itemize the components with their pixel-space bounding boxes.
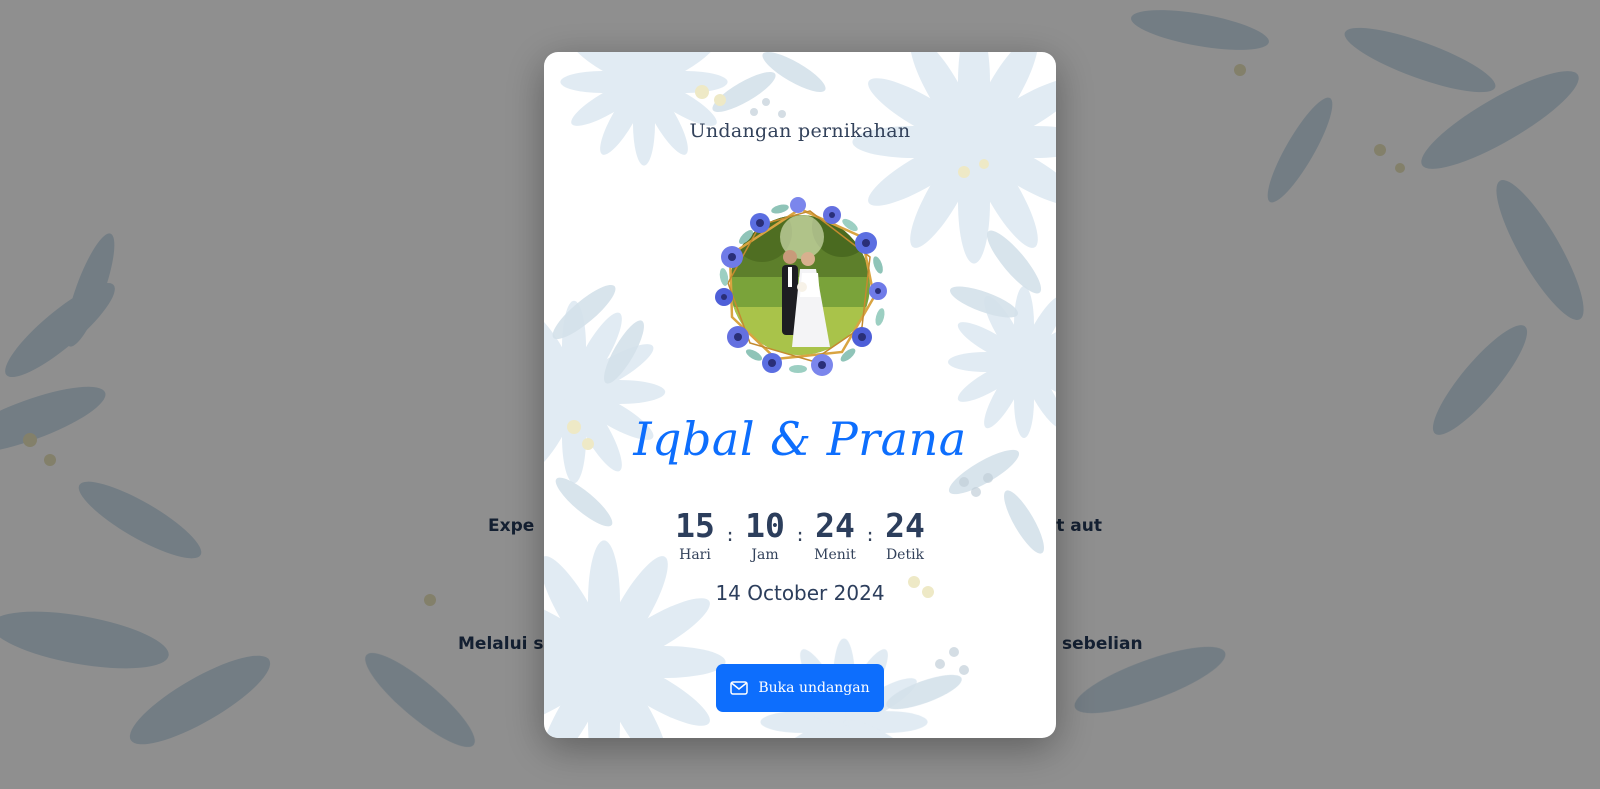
countdown-days-label: Hari [679, 547, 711, 563]
couple-photo [715, 197, 887, 376]
invitation-cover-card: Undangan pernikahan Iqbal & Prana 15 Har… [544, 52, 1056, 738]
countdown-hours-label: Jam [751, 547, 779, 563]
countdown-separator: : [724, 525, 736, 546]
couple-names: Iqbal & Prana [633, 412, 967, 466]
countdown-separator: : [794, 525, 806, 546]
envelope-icon [730, 681, 749, 695]
countdown-hours-value: 10 [745, 506, 785, 545]
invitation-title: Undangan pernikahan [689, 120, 911, 142]
countdown-minutes-label: Menit [814, 547, 856, 563]
countdown-seconds-label: Detik [885, 547, 925, 563]
countdown-hours: 10 Jam [737, 506, 793, 564]
open-invitation-label: Buka undangan [758, 680, 870, 696]
countdown-seconds: 24 Detik [877, 506, 933, 564]
countdown-seconds-value: 24 [885, 506, 925, 545]
countdown-minutes-value: 24 [815, 506, 855, 545]
open-invitation-button[interactable]: Buka undangan [716, 664, 884, 712]
countdown-minutes: 24 Menit [807, 506, 863, 564]
couple-photo-frame [702, 187, 898, 383]
countdown-days-value: 15 [675, 506, 715, 545]
countdown-days: 15 Hari [667, 506, 723, 564]
event-date: 14 October 2024 [715, 581, 885, 605]
countdown-timer: 15 Hari : 10 Jam : 24 Menit : 24 Detik [544, 506, 1056, 564]
countdown-separator: : [864, 525, 876, 546]
card-floral-decoration [544, 52, 1056, 738]
